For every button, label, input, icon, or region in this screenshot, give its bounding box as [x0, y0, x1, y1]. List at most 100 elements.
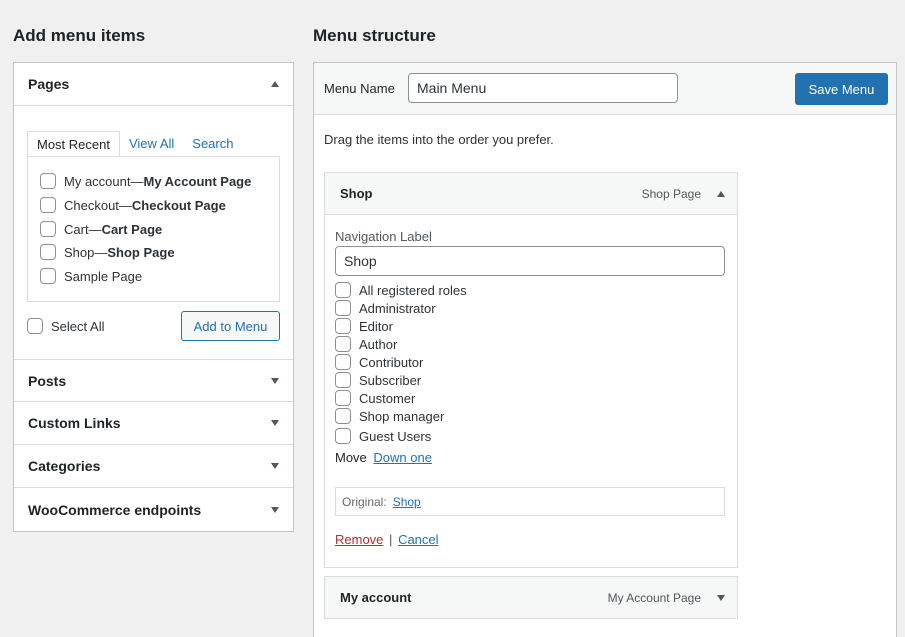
role-label: Guest Users: [359, 428, 432, 444]
page-checkbox[interactable]: [40, 197, 56, 213]
save-menu-button[interactable]: Save Menu: [795, 73, 888, 105]
role-checkbox[interactable]: [335, 408, 351, 424]
select-all-label: Select All: [51, 318, 105, 334]
role-option[interactable]: Contributor: [335, 354, 423, 370]
page-checkbox[interactable]: [40, 268, 56, 284]
tab-search[interactable]: Search: [183, 131, 242, 157]
role-label: All registered roles: [359, 282, 467, 298]
page-item[interactable]: Cart — Cart Page: [40, 221, 162, 237]
expand-arrow-icon[interactable]: [271, 463, 279, 469]
item-actions: Remove | Cancel: [335, 532, 439, 547]
role-option[interactable]: Shop manager: [335, 408, 444, 424]
expand-arrow-icon[interactable]: [717, 594, 725, 601]
navigation-label-caption: Navigation Label: [335, 229, 432, 244]
page-item-title: Sample Page: [64, 268, 143, 284]
menu-structure-heading: Menu structure: [313, 26, 436, 45]
menu-item-type: My Account Page: [607, 591, 701, 605]
role-label: Customer: [359, 390, 416, 406]
page-item-state: Shop Page: [107, 244, 175, 260]
menu-structure-panel: Menu Name Main Menu Save Menu Drag the i…: [313, 62, 897, 637]
page-checkbox[interactable]: [40, 244, 56, 260]
move-row: Move Down one: [335, 450, 432, 465]
role-checkbox[interactable]: [335, 354, 351, 370]
page-item-state: Cart Page: [101, 221, 163, 237]
menu-item-my-account[interactable]: My account My Account Page: [324, 576, 738, 619]
page-item-title: My account: [64, 173, 131, 189]
section-title: Posts: [28, 372, 67, 389]
actions-separator: |: [389, 532, 393, 547]
add-to-menu-button[interactable]: Add to Menu: [181, 311, 280, 341]
role-option[interactable]: Customer: [335, 390, 415, 406]
role-label: Contributor: [359, 354, 424, 370]
page-checkbox[interactable]: [40, 221, 56, 237]
section-custom-links[interactable]: Custom Links: [14, 402, 293, 445]
page-item[interactable]: My account — My Account Page: [40, 173, 251, 189]
add-menu-items-panel: Pages Most Recent View All Search My acc…: [13, 62, 294, 532]
pages-tabs: Most Recent View All Search: [27, 131, 242, 157]
tab-most-recent[interactable]: Most Recent: [27, 131, 120, 157]
original-link[interactable]: Shop: [393, 495, 421, 509]
menu-name-input[interactable]: Main Menu: [408, 73, 678, 103]
role-checkbox[interactable]: [335, 336, 351, 352]
menu-item-title: Shop: [340, 186, 373, 201]
pages-section-header[interactable]: Pages: [14, 63, 293, 106]
page-item[interactable]: Shop — Shop Page: [40, 244, 175, 260]
section-title: Categories: [28, 458, 101, 474]
role-option[interactable]: Administrator: [335, 300, 436, 316]
role-checkbox[interactable]: [335, 390, 351, 406]
page-item-separator: —: [118, 197, 132, 213]
select-all-checkbox[interactable]: [27, 318, 43, 334]
menu-item-title: My account: [340, 590, 412, 605]
page-item-state: Checkout Page: [131, 197, 226, 213]
menu-item-shop: Shop Shop Page Navigation Label Shop All…: [324, 172, 738, 568]
move-down-one-link[interactable]: Down one: [373, 450, 432, 465]
role-checkbox[interactable]: [335, 428, 351, 444]
menu-item-handle[interactable]: Shop Shop Page: [324, 172, 738, 215]
role-label: Shop manager: [359, 408, 445, 424]
page-item-separator: —: [88, 221, 102, 237]
drag-instructions: Drag the items into the order you prefer…: [324, 132, 554, 147]
page-item[interactable]: Sample Page: [40, 268, 142, 284]
role-option[interactable]: Author: [335, 336, 397, 352]
tab-view-all[interactable]: View All: [120, 131, 183, 157]
role-checkbox[interactable]: [335, 372, 351, 388]
collapse-arrow-icon[interactable]: [271, 81, 279, 87]
section-categories[interactable]: Categories: [14, 445, 293, 488]
role-label: Administrator: [359, 300, 436, 316]
role-option[interactable]: Editor: [335, 318, 393, 334]
move-label: Move: [335, 450, 367, 465]
navigation-label-input[interactable]: Shop: [335, 246, 725, 276]
expand-arrow-icon[interactable]: [271, 506, 279, 513]
remove-link[interactable]: Remove: [335, 532, 383, 547]
role-label: Author: [359, 336, 398, 352]
collapse-arrow-icon[interactable]: [717, 190, 725, 197]
page-item[interactable]: Checkout — Checkout Page: [40, 197, 226, 213]
role-option[interactable]: Subscriber: [335, 372, 421, 388]
role-option[interactable]: All registered roles: [335, 282, 467, 298]
cancel-link[interactable]: Cancel: [398, 532, 438, 547]
pages-section-title: Pages: [28, 76, 70, 92]
section-woocommerce-endpoints[interactable]: WooCommerce endpoints: [14, 488, 293, 531]
menu-item-type: Shop Page: [641, 187, 701, 201]
page-item-state: My Account Page: [143, 173, 252, 189]
page-item-separator: —: [94, 244, 108, 260]
select-all[interactable]: Select All: [27, 318, 104, 334]
menu-name-label: Menu Name: [324, 81, 395, 96]
add-menu-items-heading: Add menu items: [13, 26, 146, 45]
role-checkbox[interactable]: [335, 282, 351, 298]
page-checkbox[interactable]: [40, 173, 56, 189]
role-option[interactable]: Guest Users: [335, 428, 431, 444]
section-title: WooCommerce endpoints: [28, 501, 202, 518]
role-checkbox[interactable]: [335, 318, 351, 334]
section-posts[interactable]: Posts: [14, 359, 293, 402]
expand-arrow-icon[interactable]: [271, 420, 279, 426]
role-label: Subscriber: [359, 372, 422, 388]
original-link-box: Original: Shop: [335, 487, 725, 516]
role-label: Editor: [359, 318, 393, 334]
page-item-title: Shop: [64, 244, 95, 260]
page-item-title: Checkout: [64, 197, 119, 213]
section-title: Custom Links: [28, 415, 121, 431]
original-label: Original:: [342, 494, 387, 509]
role-checkbox[interactable]: [335, 300, 351, 316]
expand-arrow-icon[interactable]: [271, 377, 279, 384]
